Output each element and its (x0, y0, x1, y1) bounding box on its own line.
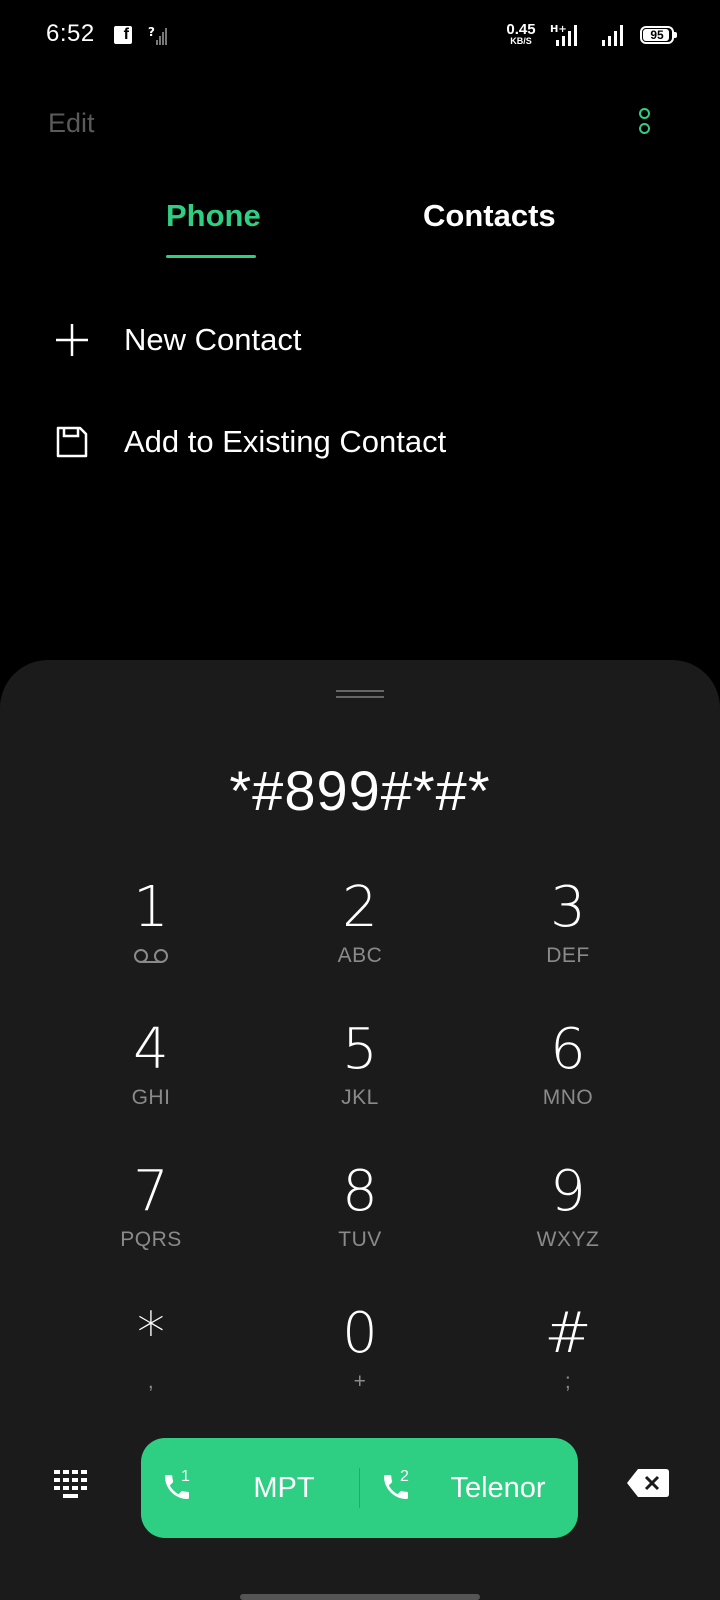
svg-text:H+: H+ (550, 24, 567, 35)
sim1-label: MPT (253, 1472, 315, 1504)
edit-button[interactable]: Edit (48, 108, 95, 139)
key-9[interactable]: 9 WXYZ (483, 1162, 653, 1282)
new-contact-label: New Contact (124, 322, 302, 357)
dialpad-sheet: *#899#*#* 1 2 ABC 3 DEF 4 GHI 5 JKL 6 MN… (0, 660, 720, 1600)
key-5[interactable]: 5 JKL (275, 1020, 445, 1140)
svg-text:?: ? (148, 25, 155, 39)
call-bar: 1 MPT 2 Telenor (141, 1438, 578, 1538)
voicemail-icon (134, 949, 168, 963)
status-time: 6:52 (46, 20, 95, 47)
new-contact-button[interactable]: New Contact (0, 300, 720, 380)
tab-phone[interactable]: Phone (166, 198, 261, 234)
network-speed: 0.45 KB/S (506, 21, 536, 46)
no-signal-icon: ? (148, 25, 167, 45)
key-6[interactable]: 6 MNO (483, 1020, 653, 1140)
save-icon (56, 426, 88, 458)
backspace-icon[interactable] (626, 1468, 670, 1498)
sim2-label: Telenor (450, 1472, 546, 1504)
add-to-existing-contact-button[interactable]: Add to Existing Contact (0, 402, 720, 482)
key-4[interactable]: 4 GHI (66, 1020, 236, 1140)
status-bar: 6:52 f ? 0.45 KB/S H+ 95 (0, 0, 720, 72)
key-7[interactable]: 7 PQRS (66, 1162, 236, 1282)
key-2[interactable]: 2 ABC (275, 878, 445, 998)
dialed-number[interactable]: *#899#*#* (0, 758, 720, 823)
sim1-number: 1 (181, 1468, 190, 1485)
key-8[interactable]: 8 TUV (275, 1162, 445, 1282)
more-options-icon[interactable] (632, 108, 656, 144)
key-star[interactable]: * , (66, 1304, 236, 1424)
signal-icon (602, 25, 623, 46)
dialpad-toggle-icon[interactable] (54, 1468, 88, 1502)
call-sim2-button[interactable]: 2 Telenor (360, 1438, 578, 1538)
key-3[interactable]: 3 DEF (483, 878, 653, 998)
plus-icon (56, 324, 88, 356)
key-1[interactable]: 1 (66, 878, 236, 998)
active-tab-indicator (166, 255, 256, 258)
key-hash[interactable]: # ; (483, 1304, 653, 1424)
drag-handle[interactable] (336, 690, 384, 698)
home-indicator[interactable] (240, 1594, 480, 1600)
sim2-number: 2 (400, 1468, 409, 1485)
tab-contacts[interactable]: Contacts (423, 198, 556, 234)
key-0[interactable]: 0 + (275, 1304, 445, 1424)
signal-hplus-icon: H+ (550, 24, 577, 46)
add-to-existing-contact-label: Add to Existing Contact (124, 424, 447, 459)
facebook-icon: f (114, 26, 132, 44)
call-sim1-button[interactable]: 1 MPT (141, 1438, 359, 1538)
battery-icon: 95 (640, 26, 677, 44)
